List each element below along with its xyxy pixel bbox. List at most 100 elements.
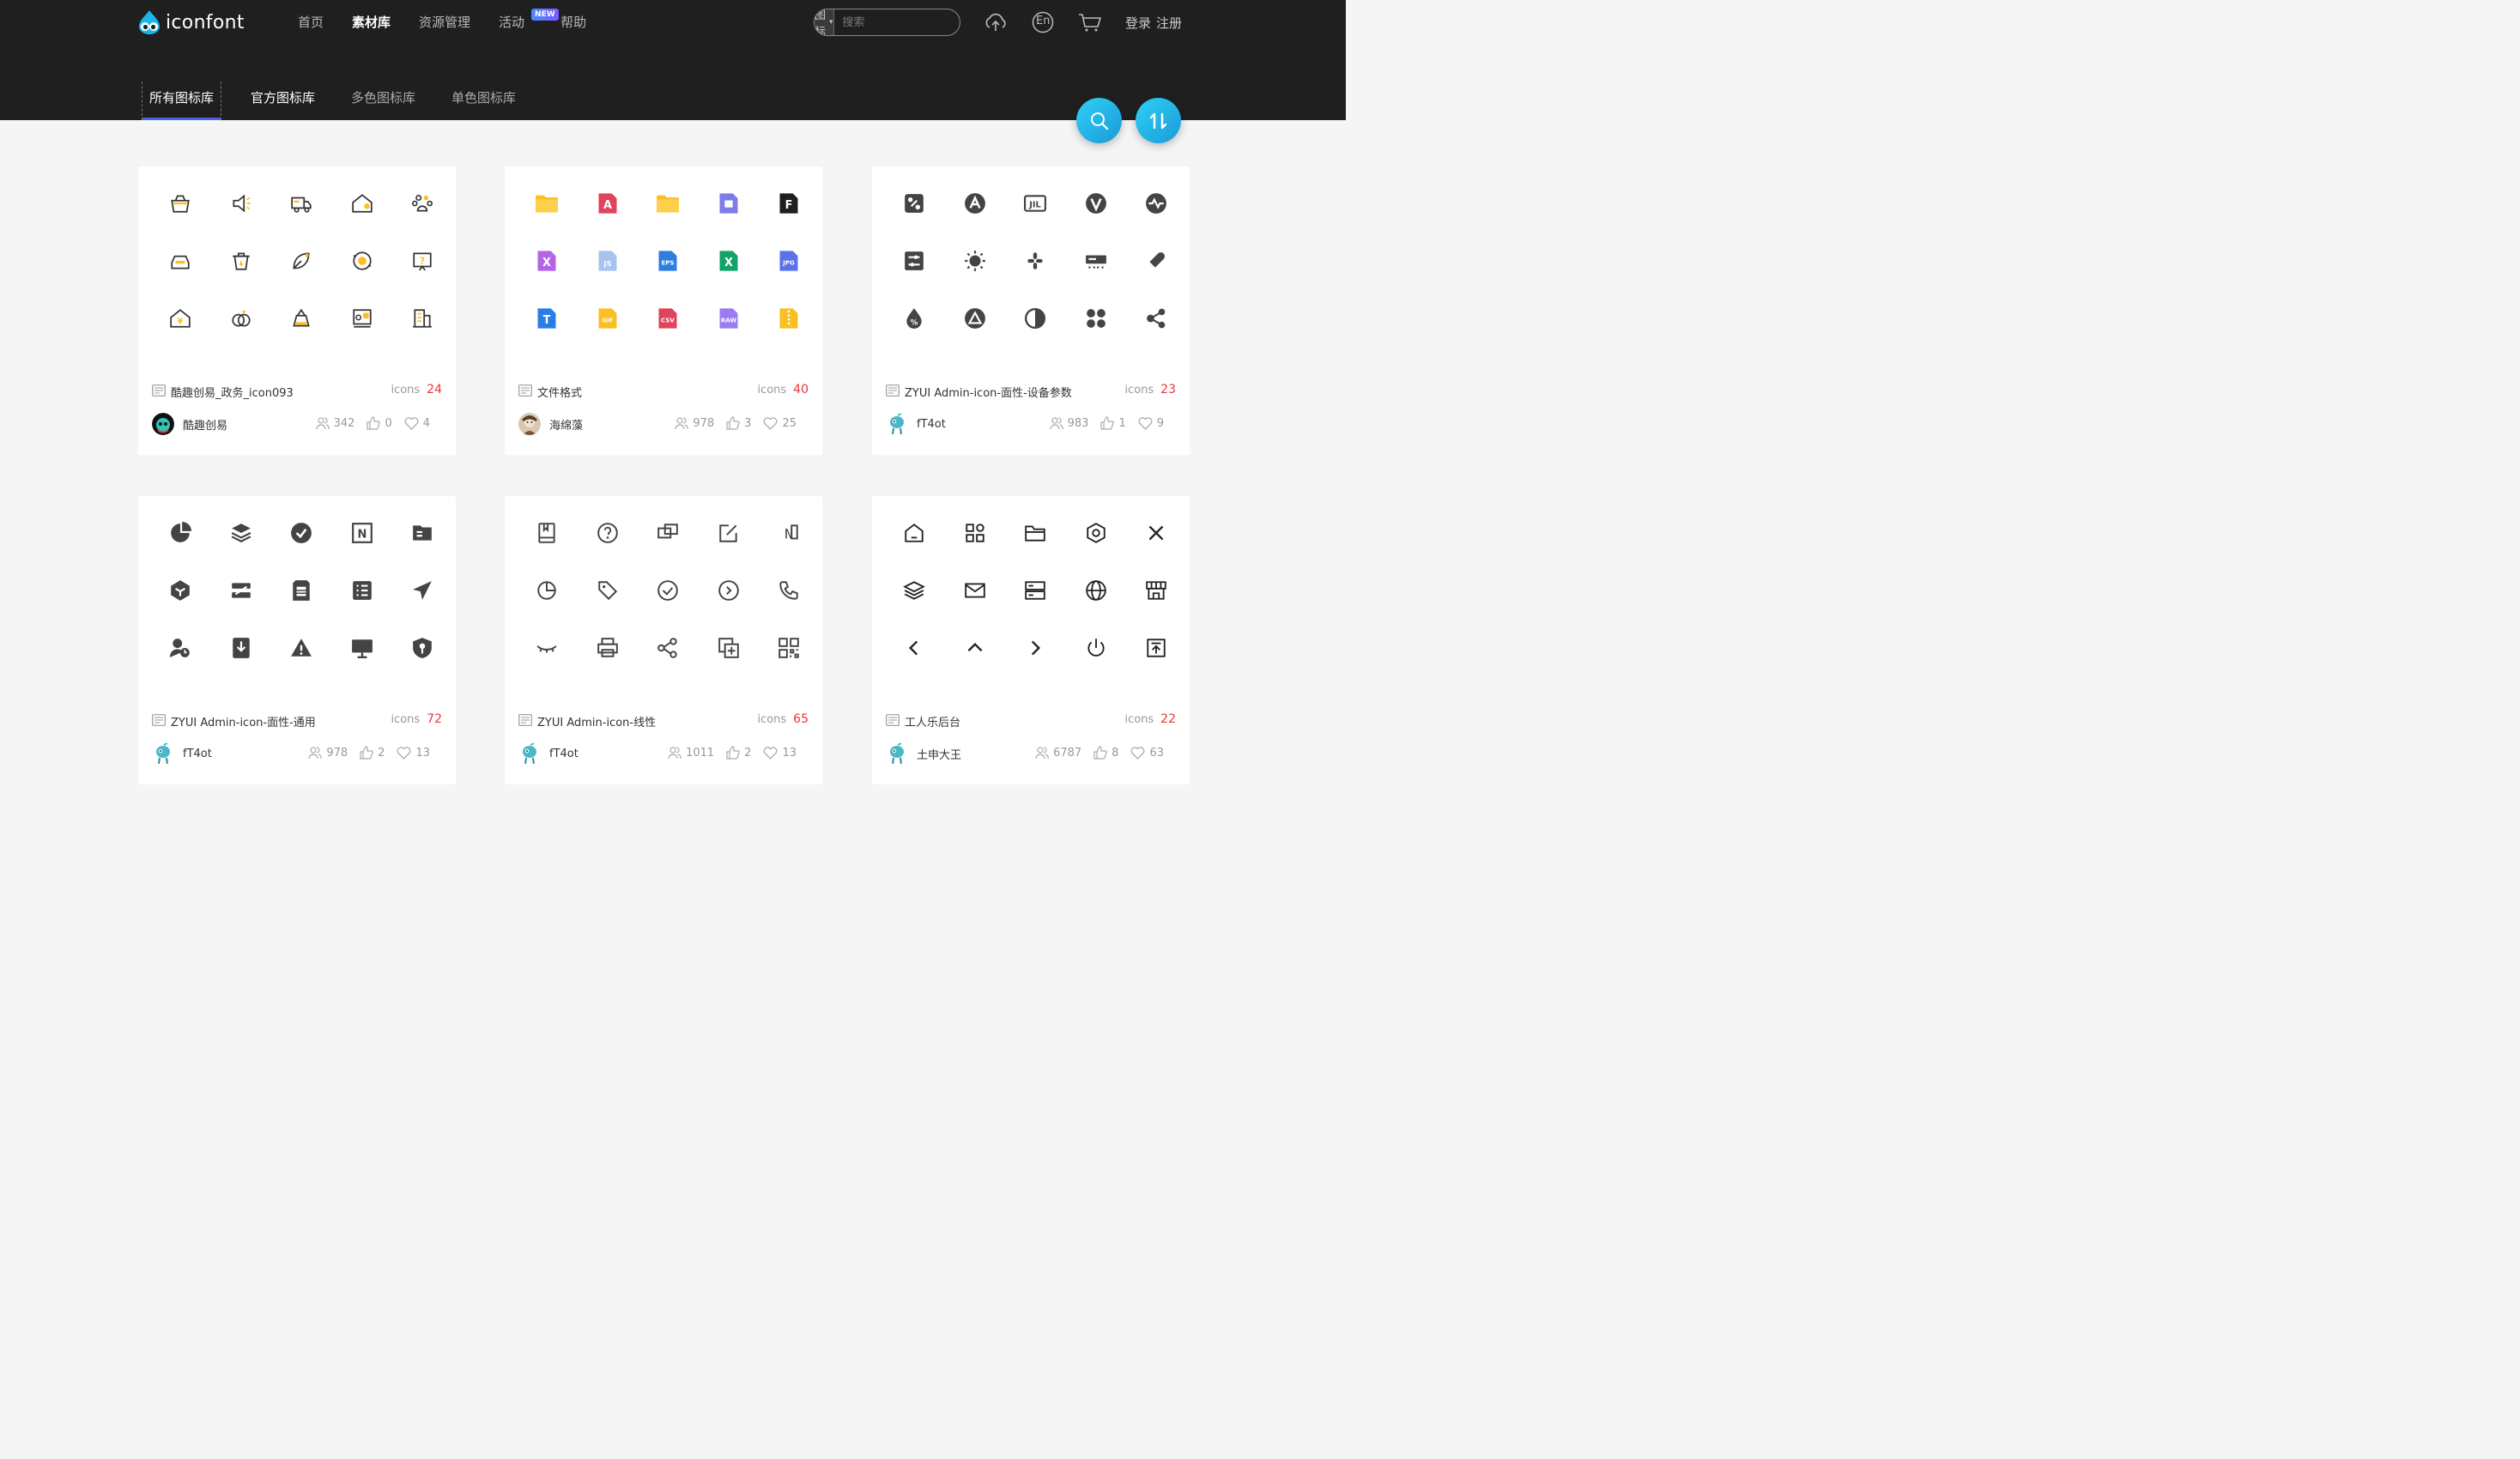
like-button[interactable]: 3 [726, 416, 751, 430]
no-icon[interactable]: N [332, 517, 393, 549]
megaphone-icon[interactable] [211, 187, 272, 220]
trash-icon[interactable] [211, 245, 272, 277]
truck-icon[interactable] [271, 187, 332, 220]
slack-icon[interactable] [1005, 245, 1066, 277]
library-card[interactable]: 工人乐后台 icons 22 土申大王 6787 8 63 [872, 496, 1190, 784]
register-link[interactable]: 注册 [1156, 15, 1182, 31]
figma-icon[interactable]: F [759, 187, 820, 220]
card-author[interactable]: 土申大王 [886, 742, 961, 765]
hexagon-icon[interactable] [1066, 517, 1127, 549]
folder-file-icon[interactable] [392, 517, 453, 549]
add-copy-icon[interactable] [699, 632, 760, 664]
brush-icon[interactable] [1126, 245, 1187, 277]
search-type-select[interactable]: 图标 ▾ [815, 9, 834, 35]
router-icon[interactable] [1066, 245, 1127, 277]
house-icon[interactable] [332, 187, 393, 220]
folder-icon[interactable] [517, 187, 578, 220]
upload-button[interactable] [984, 10, 1008, 34]
card-author[interactable]: 酷趣创易 [152, 413, 227, 435]
qrcode-icon[interactable] [759, 632, 820, 664]
js-icon[interactable]: JS [578, 245, 639, 277]
card-author[interactable]: fT4ot [886, 413, 946, 435]
excel-icon[interactable]: X [699, 245, 760, 277]
shop-icon[interactable] [1126, 574, 1187, 607]
chevron-left-icon[interactable] [884, 632, 945, 664]
home-yen-icon[interactable]: ¥ [150, 302, 211, 335]
card-title[interactable]: ZYUI Admin-icon-面性-通用 [152, 713, 316, 730]
floating-sort-button[interactable] [1136, 98, 1181, 143]
power-icon[interactable] [1066, 632, 1127, 664]
printer-icon[interactable] [578, 632, 639, 664]
shield-key-icon[interactable] [392, 632, 453, 664]
check-circle-line-icon[interactable] [638, 574, 699, 607]
pie-line-icon[interactable] [517, 574, 578, 607]
phone-icon[interactable] [759, 574, 820, 607]
eps-icon[interactable]: EPS [638, 245, 699, 277]
favorite-button[interactable]: 63 [1130, 747, 1164, 760]
letter-a-circle-icon[interactable] [945, 187, 1006, 220]
building-icon[interactable] [392, 302, 453, 335]
copy-icon[interactable] [638, 517, 699, 549]
logo[interactable]: iconfont [136, 9, 245, 36]
contrast-icon[interactable] [1005, 302, 1066, 335]
no-line-icon[interactable]: N [759, 517, 820, 549]
like-button[interactable]: 1 [1100, 416, 1126, 430]
basket-icon[interactable] [150, 187, 211, 220]
cube-icon[interactable] [150, 574, 211, 607]
monitor-icon[interactable] [332, 632, 393, 664]
raw-icon[interactable]: RAW [699, 302, 760, 335]
gif-icon[interactable]: GIF [578, 302, 639, 335]
warning-icon[interactable] [271, 632, 332, 664]
chevron-right-icon[interactable] [1005, 632, 1066, 664]
toggle-list-icon[interactable] [884, 245, 945, 277]
language-button[interactable]: En [1031, 10, 1055, 34]
upload-box-icon[interactable] [1126, 632, 1187, 664]
cart-button[interactable] [1078, 10, 1102, 34]
tag-icon[interactable] [578, 574, 639, 607]
user-clock-icon[interactable] [150, 632, 211, 664]
play-circle-icon[interactable] [699, 574, 760, 607]
zip-icon[interactable] [759, 302, 820, 335]
network-icon[interactable] [884, 187, 945, 220]
book-icon[interactable] [517, 517, 578, 549]
nav-home[interactable]: 首页 [298, 14, 324, 31]
favorite-button[interactable]: 13 [763, 747, 797, 760]
eye-closed-icon[interactable] [517, 632, 578, 664]
card-title[interactable]: 工人乐后台 [886, 713, 960, 730]
search-input[interactable] [833, 9, 960, 35]
jil-icon[interactable]: JIL [1005, 187, 1066, 220]
check-circle-icon[interactable] [271, 517, 332, 549]
home-icon[interactable] [884, 517, 945, 549]
stall-icon[interactable] [271, 302, 332, 335]
rings-icon[interactable] [211, 302, 272, 335]
csv-icon[interactable]: CSV [638, 302, 699, 335]
stack-icon[interactable] [884, 574, 945, 607]
help-circle-icon[interactable] [578, 517, 639, 549]
share-icon[interactable] [638, 632, 699, 664]
library-card[interactable]: ?¥ 酷趣创易_政务_icon093 icons24 酷趣创易 342 0 [138, 166, 456, 455]
certificate-icon[interactable] [332, 302, 393, 335]
card-author[interactable]: 海绵藻 [518, 413, 583, 435]
nav-materials[interactable]: 素材库 [352, 14, 391, 31]
card-title[interactable]: ZYUI Admin-icon-面性-设备参数 [886, 384, 1072, 400]
drop-percent-icon[interactable]: % [884, 302, 945, 335]
like-button[interactable]: 2 [360, 746, 385, 760]
like-button[interactable]: 0 [366, 416, 392, 430]
switch-icon[interactable] [211, 574, 272, 607]
chevron-up-icon[interactable] [945, 632, 1006, 664]
question-board-icon[interactable]: ? [392, 245, 453, 277]
tab-official-libraries[interactable]: 官方图标库 [244, 82, 322, 120]
four-dots-icon[interactable] [1066, 302, 1127, 335]
nav-help[interactable]: 帮助 [560, 14, 586, 31]
like-button[interactable]: 2 [726, 746, 751, 760]
floating-search-button[interactable] [1076, 98, 1122, 143]
xd-icon[interactable]: X [517, 245, 578, 277]
library-card[interactable]: N ZYUI Admin-icon-面性-通用 icons 72 fT4ot 97… [138, 496, 456, 784]
like-button[interactable]: 8 [1093, 746, 1118, 760]
nav-activity[interactable]: 活动 NEW [499, 9, 559, 31]
library-card[interactable]: N ZYUI Admin-icon-线性 icons 65 fT4ot 1011 … [505, 496, 822, 784]
leaf-chart-icon[interactable] [271, 245, 332, 277]
apps-icon[interactable] [945, 517, 1006, 549]
txt-icon[interactable]: T [517, 302, 578, 335]
favorite-button[interactable]: 13 [397, 747, 430, 760]
